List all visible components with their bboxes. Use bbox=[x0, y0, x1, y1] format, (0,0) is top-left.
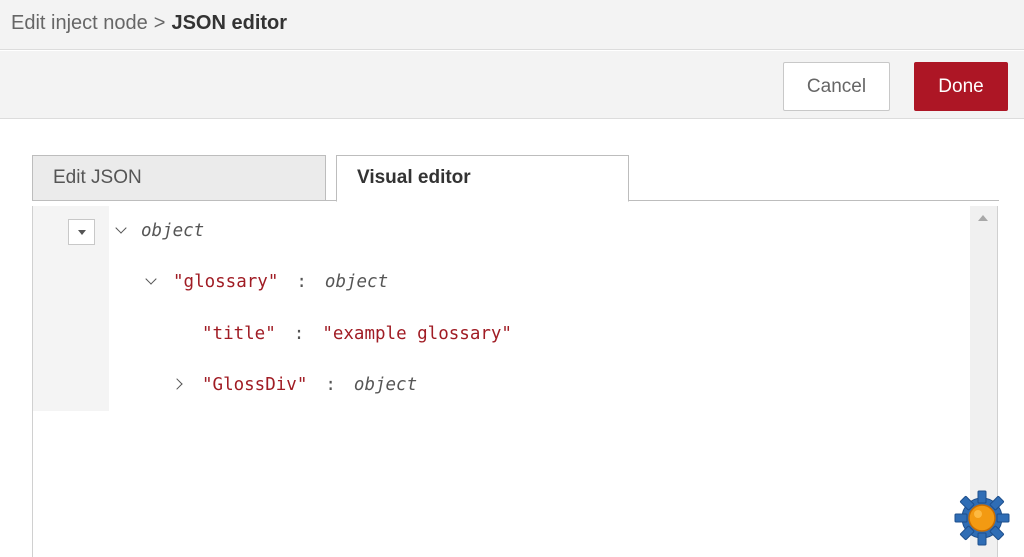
tab-edit-json[interactable]: Edit JSON bbox=[32, 155, 326, 201]
glossary-type: object bbox=[324, 272, 389, 292]
glossary-key[interactable]: "glossary" bbox=[173, 272, 278, 292]
glossary-colon: : bbox=[296, 272, 307, 292]
chevron-right-icon[interactable] bbox=[171, 378, 183, 390]
chevron-down-icon[interactable] bbox=[145, 273, 157, 285]
chevron-down-icon[interactable] bbox=[115, 222, 127, 234]
breadcrumb: Edit inject node > JSON editor bbox=[11, 12, 287, 35]
visual-editor-panel: object "glossary": object "title": "exampl… bbox=[32, 206, 998, 557]
root-type: object bbox=[141, 221, 205, 241]
collapse-all-icon bbox=[77, 229, 86, 235]
breadcrumb-separator: > bbox=[153, 12, 166, 34]
title-colon: : bbox=[293, 324, 305, 344]
tree-row-root: object bbox=[141, 219, 204, 243]
tab-visual-editor[interactable]: Visual editor bbox=[336, 155, 629, 202]
cancel-button[interactable]: Cancel bbox=[783, 62, 890, 111]
tree-row-glossary: "glossary": object bbox=[173, 270, 388, 294]
collapse-all-button[interactable] bbox=[68, 219, 95, 245]
tree-row-title: "title": "example glossary" bbox=[202, 322, 512, 346]
dialog-header: Edit inject node > JSON editor bbox=[0, 0, 1024, 50]
editor-gutter bbox=[33, 206, 109, 411]
breadcrumb-parent[interactable]: Edit inject node bbox=[11, 12, 148, 34]
breadcrumb-current: JSON editor bbox=[171, 12, 288, 34]
dialog-toolbar: Cancel Done bbox=[0, 51, 1024, 119]
scroll-up-icon[interactable] bbox=[978, 215, 988, 221]
glossdiv-key[interactable]: "GlossDiv" bbox=[202, 375, 307, 395]
done-button[interactable]: Done bbox=[914, 62, 1008, 111]
tree-row-glossdiv: "GlossDiv": object bbox=[202, 373, 417, 397]
glossdiv-type: object bbox=[353, 375, 418, 395]
title-value[interactable]: "example glossary" bbox=[322, 324, 512, 344]
title-key[interactable]: "title" bbox=[202, 324, 276, 344]
glossdiv-colon: : bbox=[325, 375, 336, 395]
editor-tabs: Edit JSON Visual editor bbox=[32, 155, 999, 202]
gear-icon bbox=[954, 490, 1010, 546]
